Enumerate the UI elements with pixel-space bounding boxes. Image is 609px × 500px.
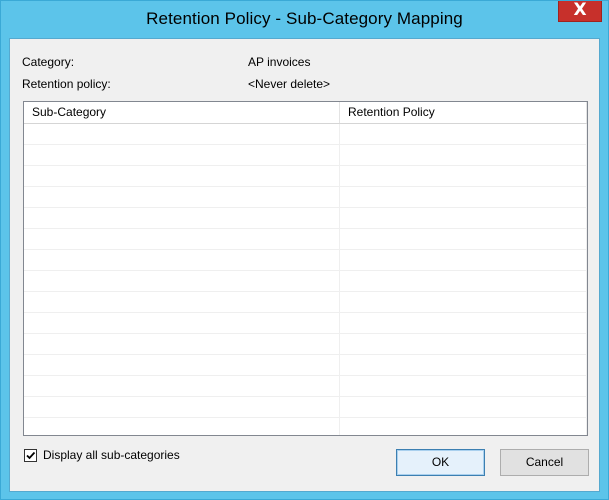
grid-empty-row <box>24 124 587 145</box>
category-value: AP invoices <box>248 55 311 69</box>
grid-cell-sub-category <box>24 208 340 229</box>
grid-cell-sub-category <box>24 271 340 292</box>
category-label: Category: <box>22 55 75 69</box>
grid-cell-retention-policy <box>340 334 587 355</box>
grid-body[interactable] <box>24 124 587 435</box>
grid-empty-row <box>24 208 587 229</box>
grid-cell-retention-policy <box>340 166 587 187</box>
grid-cell-retention-policy <box>340 418 587 435</box>
grid-cell-sub-category <box>24 229 340 250</box>
grid-cell-sub-category <box>24 313 340 334</box>
grid-empty-row <box>24 355 587 376</box>
grid-empty-row <box>24 229 587 250</box>
grid-cell-sub-category <box>24 250 340 271</box>
grid-empty-row <box>24 418 587 435</box>
grid-cell-retention-policy <box>340 397 587 418</box>
ok-button[interactable]: OK <box>396 449 485 476</box>
grid-empty-row <box>24 334 587 355</box>
grid-cell-retention-policy <box>340 124 587 145</box>
title-bar[interactable]: Retention Policy - Sub-Category Mapping … <box>1 0 608 37</box>
window-title: Retention Policy - Sub-Category Mapping <box>146 9 463 28</box>
grid-cell-sub-category <box>24 187 340 208</box>
column-header-sub-category[interactable]: Sub-Category <box>24 102 340 123</box>
grid-cell-sub-category <box>24 124 340 145</box>
grid-empty-row <box>24 166 587 187</box>
grid-cell-retention-policy <box>340 271 587 292</box>
grid-empty-row <box>24 250 587 271</box>
checkmark-icon <box>26 451 36 460</box>
retention-policy-label: Retention policy: <box>22 77 111 91</box>
grid-empty-row <box>24 397 587 418</box>
grid-empty-row <box>24 292 587 313</box>
grid-cell-retention-policy <box>340 145 587 166</box>
grid-empty-row <box>24 313 587 334</box>
grid-cell-retention-policy <box>340 229 587 250</box>
cancel-button[interactable]: Cancel <box>500 449 589 476</box>
grid-cell-sub-category <box>24 334 340 355</box>
grid-cell-sub-category <box>24 397 340 418</box>
grid-cell-sub-category <box>24 292 340 313</box>
retention-policy-value: <Never delete> <box>248 77 331 91</box>
display-all-label[interactable]: Display all sub-categories <box>43 448 180 462</box>
grid-cell-sub-category <box>24 166 340 187</box>
dialog-content: Category: AP invoices Retention policy: … <box>9 38 600 492</box>
grid-cell-sub-category <box>24 418 340 435</box>
close-button[interactable]: X <box>558 0 602 22</box>
grid-cell-retention-policy <box>340 292 587 313</box>
column-header-retention-policy[interactable]: Retention Policy <box>340 102 587 123</box>
grid-cell-sub-category <box>24 376 340 397</box>
grid-empty-row <box>24 376 587 397</box>
grid-empty-row <box>24 271 587 292</box>
grid-empty-row <box>24 187 587 208</box>
close-icon: X <box>573 0 587 20</box>
grid-cell-retention-policy <box>340 187 587 208</box>
grid-cell-retention-policy <box>340 355 587 376</box>
grid-empty-row <box>24 145 587 166</box>
grid-header: Sub-Category Retention Policy <box>24 102 587 124</box>
grid-cell-sub-category <box>24 355 340 376</box>
grid-cell-retention-policy <box>340 250 587 271</box>
grid-cell-retention-policy <box>340 376 587 397</box>
display-all-checkbox[interactable] <box>24 449 37 462</box>
sub-category-grid[interactable]: Sub-Category Retention Policy <box>23 101 588 436</box>
dialog-window: Retention Policy - Sub-Category Mapping … <box>0 0 609 500</box>
grid-cell-sub-category <box>24 145 340 166</box>
grid-cell-retention-policy <box>340 208 587 229</box>
grid-cell-retention-policy <box>340 313 587 334</box>
